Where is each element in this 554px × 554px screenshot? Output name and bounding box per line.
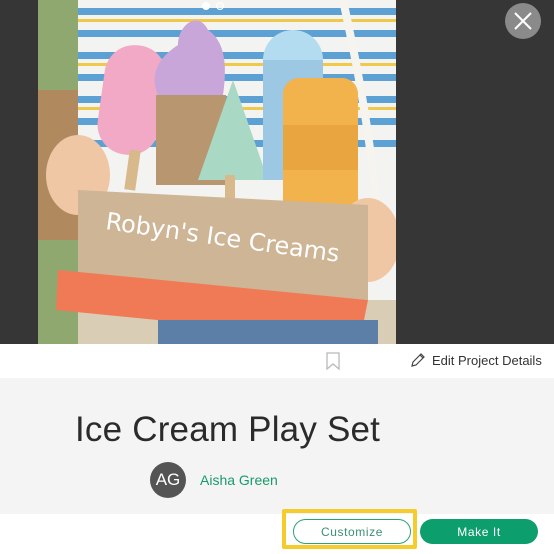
edit-project-details-link[interactable]: Edit Project Details	[410, 352, 542, 368]
project-actions-bar: Edit Project Details	[0, 344, 554, 378]
project-image[interactable]: Robyn's Ice Creams	[38, 0, 396, 344]
carousel-dot-1[interactable]	[202, 2, 210, 10]
author-info: AG Aisha Green	[150, 462, 278, 498]
edit-project-details-label: Edit Project Details	[432, 352, 542, 368]
close-button[interactable]	[505, 3, 541, 39]
image-gallery: Robyn's Ice Creams	[0, 0, 554, 344]
carousel-dots	[202, 2, 224, 10]
pencil-icon	[411, 353, 425, 367]
author-name-link[interactable]: Aisha Green	[200, 472, 278, 488]
project-image-illustration: Robyn's Ice Creams	[38, 0, 396, 344]
project-title: Ice Cream Play Set	[75, 410, 381, 449]
bookmark-icon[interactable]	[326, 352, 340, 370]
close-icon	[514, 12, 532, 30]
make-it-button[interactable]: Make It	[420, 519, 538, 544]
carousel-dot-2[interactable]	[216, 2, 224, 10]
avatar[interactable]: AG	[150, 462, 186, 498]
customize-button[interactable]: Customize	[293, 519, 411, 544]
